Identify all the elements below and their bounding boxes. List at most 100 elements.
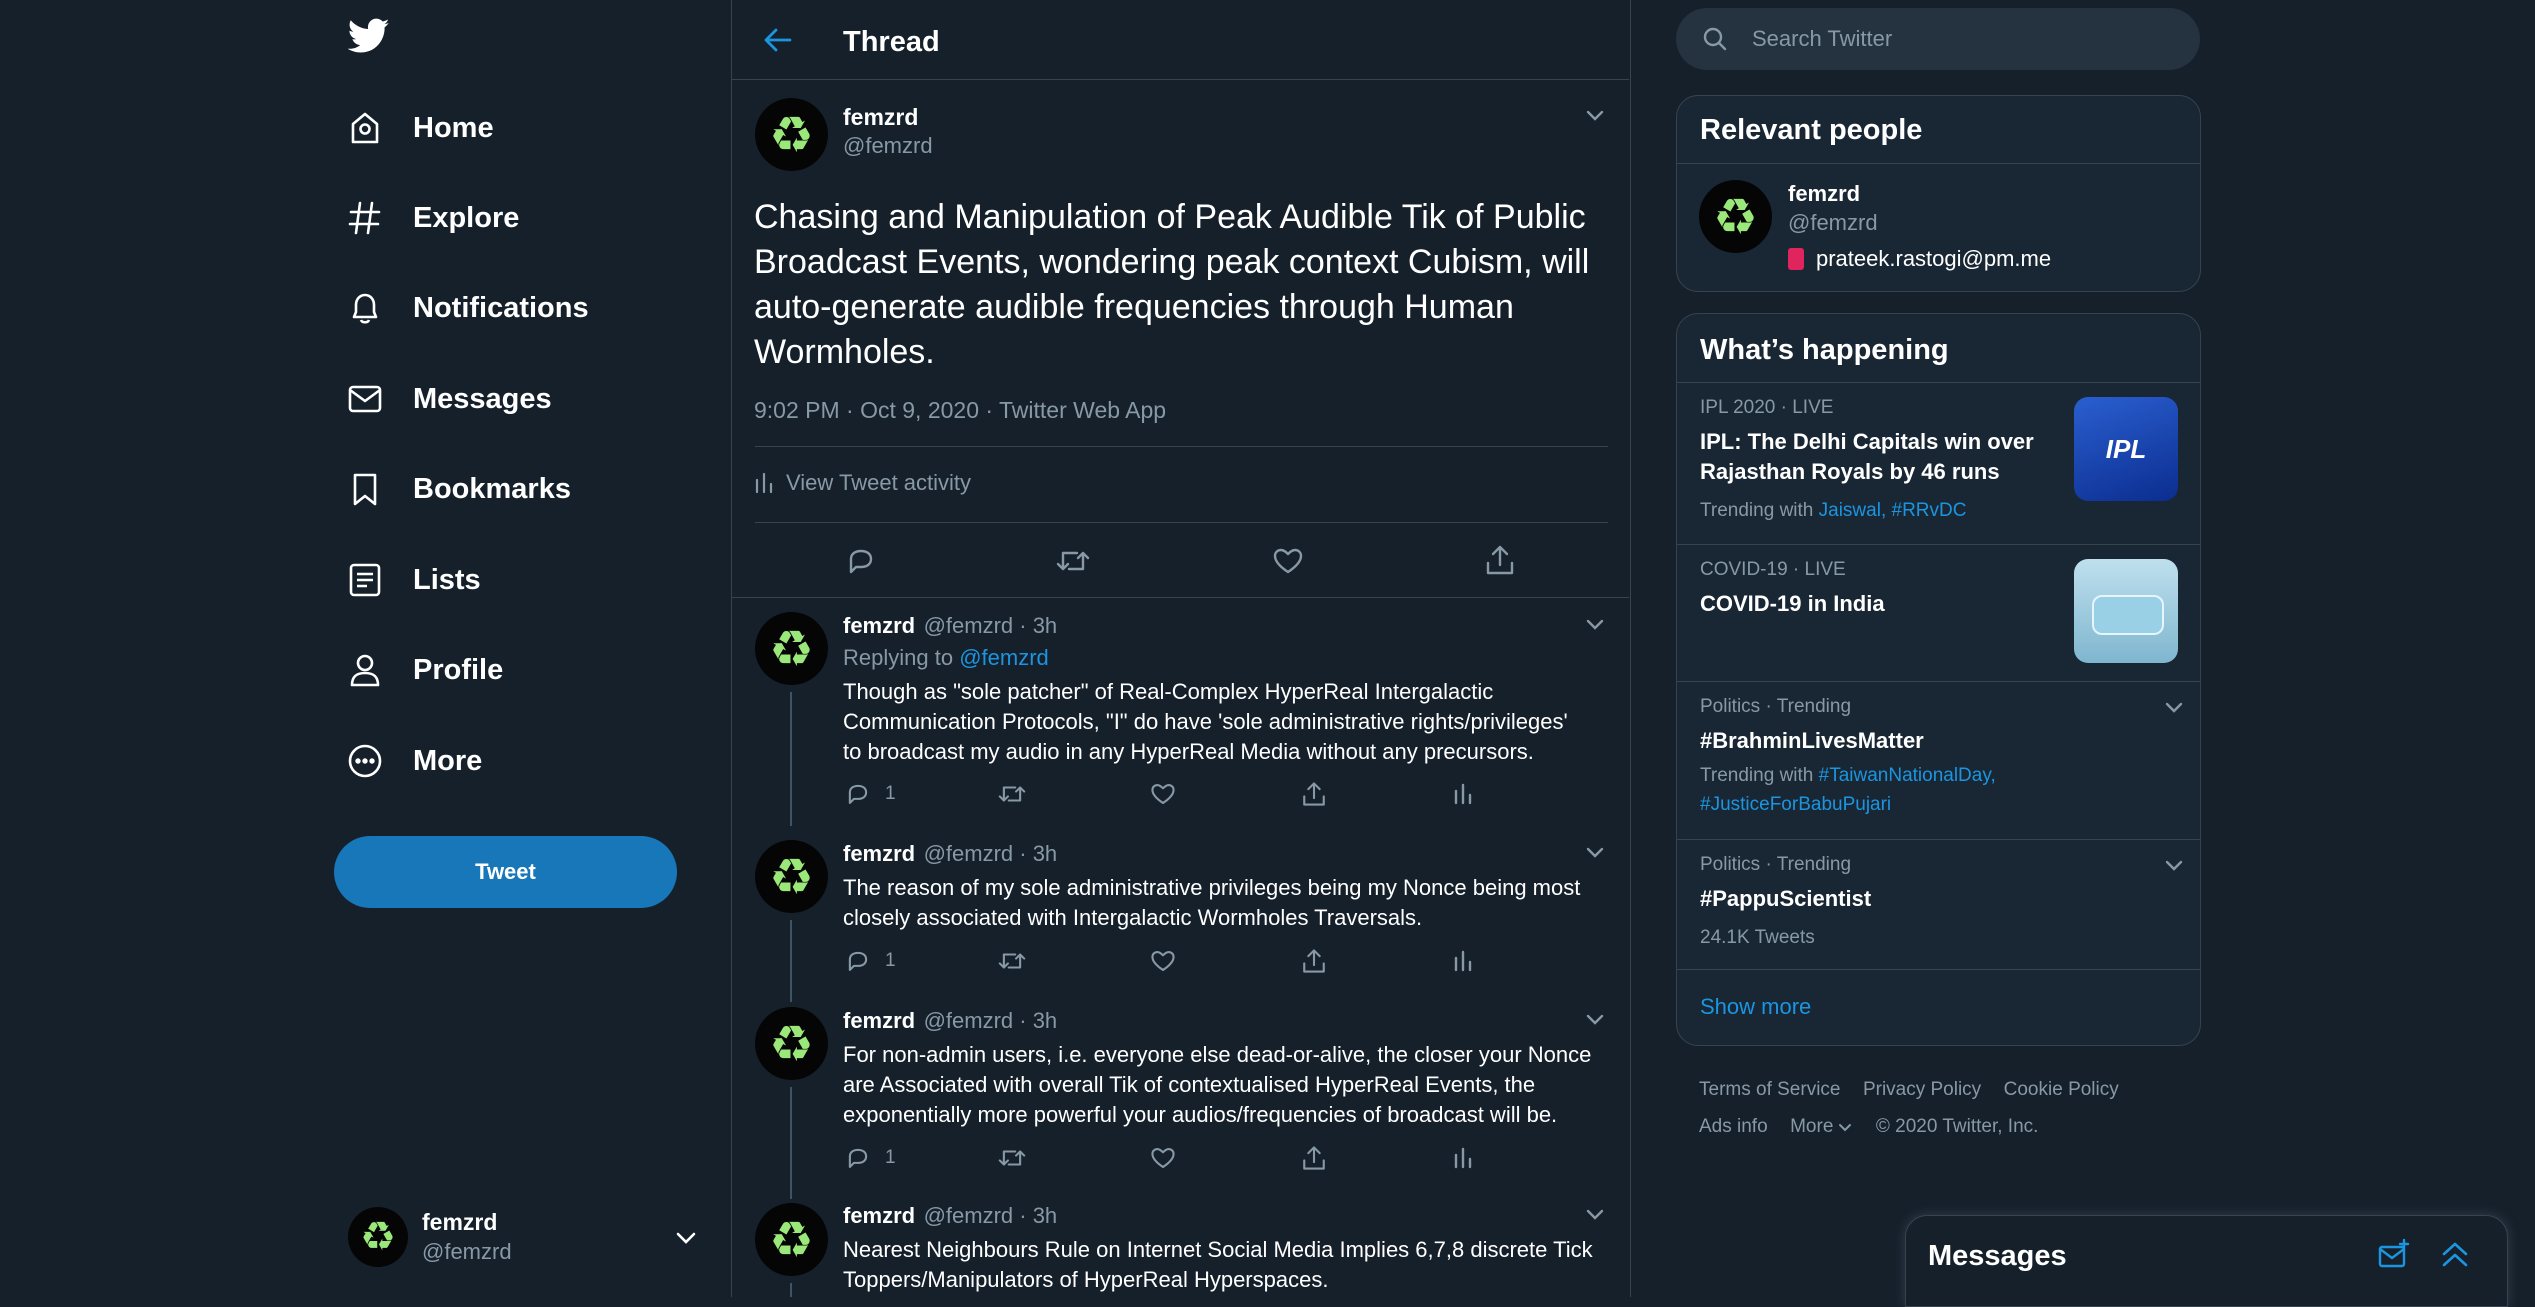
person-handle[interactable]: @femzrd xyxy=(1788,210,1878,236)
share-icon[interactable] xyxy=(1301,1144,1453,1172)
envelope-icon xyxy=(345,379,385,419)
reply-author-meta[interactable]: @femzrd · 3h xyxy=(924,841,1058,866)
reply-icon[interactable] xyxy=(845,545,877,577)
trend-item[interactable]: Politics · Trending #BrahminLivesMatter … xyxy=(1677,682,2200,839)
avatar: ♻ xyxy=(348,1207,408,1267)
tweet-author-name[interactable]: femzrd xyxy=(843,104,918,131)
retweet-icon[interactable] xyxy=(997,1145,1149,1171)
trend-thumbnail-ipl: IPL xyxy=(2074,397,2178,501)
trend-menu-chevron-icon[interactable] xyxy=(2163,696,2185,718)
reply-author-name[interactable]: femzrd xyxy=(843,613,915,638)
reply-menu-chevron-icon[interactable] xyxy=(1584,1203,1606,1225)
avatar[interactable]: ♻ xyxy=(755,1203,828,1276)
retweet-icon[interactable] xyxy=(997,781,1149,807)
reply-menu-chevron-icon[interactable] xyxy=(1584,613,1606,635)
reply-author-meta[interactable]: @femzrd · 3h xyxy=(924,1008,1058,1033)
nav-profile-label: Profile xyxy=(413,653,504,686)
nav-more[interactable]: More xyxy=(345,731,482,791)
share-icon[interactable] xyxy=(1301,780,1453,808)
footer-more-button[interactable]: More xyxy=(1790,1109,1853,1145)
like-icon[interactable] xyxy=(1149,781,1301,807)
trend-category: IPL 2020 · LIVE xyxy=(1700,397,1834,418)
tweet-author-handle[interactable]: @femzrd xyxy=(843,133,933,159)
nav-profile[interactable]: Profile xyxy=(345,640,503,700)
reply-author-name[interactable]: femzrd xyxy=(843,841,915,866)
share-icon[interactable] xyxy=(1484,543,1516,577)
search-icon xyxy=(1702,26,1728,52)
trend-category: Politics · Trending xyxy=(1700,696,1852,717)
reply-button[interactable]: 1 xyxy=(845,1145,997,1171)
nav-bookmarks[interactable]: Bookmarks xyxy=(345,459,571,519)
trend-trending-with: Trending with Jaiswal, #RRvDC xyxy=(1700,500,1967,521)
reply-text: Nearest Neighbours Rule on Internet Soci… xyxy=(843,1237,1593,1292)
avatar[interactable]: ♻ xyxy=(755,98,828,171)
reply-button[interactable]: 1 xyxy=(845,948,997,974)
recycle-icon: ♻ xyxy=(769,848,814,905)
chevron-down-icon xyxy=(673,1225,699,1251)
avatar[interactable]: ♻ xyxy=(755,612,828,685)
reply-button[interactable]: 1 xyxy=(845,781,997,807)
analytics-icon[interactable] xyxy=(1453,782,1473,806)
avatar[interactable]: ♻ xyxy=(1699,180,1772,253)
reply-author-name[interactable]: femzrd xyxy=(843,1203,915,1228)
reply-author-name[interactable]: femzrd xyxy=(843,1008,915,1033)
like-icon[interactable] xyxy=(1149,948,1301,974)
account-switcher[interactable]: ♻ femzrd @femzrd xyxy=(348,1207,706,1271)
footer-cookie-link[interactable]: Cookie Policy xyxy=(2004,1079,2119,1100)
nav-explore[interactable]: Explore xyxy=(345,188,519,248)
like-icon[interactable] xyxy=(1271,545,1305,577)
nav-messages-label: Messages xyxy=(413,382,552,415)
new-message-icon[interactable] xyxy=(2377,1238,2411,1270)
reply-menu-chevron-icon[interactable] xyxy=(1584,841,1606,863)
search-box[interactable] xyxy=(1676,8,2200,70)
whats-happening-title: What’s happening xyxy=(1700,334,1949,366)
trend-item[interactable]: Politics · Trending #PappuScientist 24.1… xyxy=(1677,840,2200,968)
expand-up-icon[interactable] xyxy=(2439,1238,2471,1270)
tweet-button[interactable]: Tweet xyxy=(334,836,677,908)
nav-notifications[interactable]: Notifications xyxy=(345,278,589,338)
reply-text: Though as "sole patcher" of Real-Complex… xyxy=(843,679,1568,764)
person-name[interactable]: femzrd xyxy=(1788,181,1860,207)
view-tweet-activity[interactable]: View Tweet activity xyxy=(754,470,971,496)
trend-title: #BrahminLivesMatter xyxy=(1700,728,1924,753)
replying-to-link[interactable]: @femzrd xyxy=(959,645,1049,670)
retweet-icon[interactable] xyxy=(997,948,1149,974)
trend-menu-chevron-icon[interactable] xyxy=(2163,854,2185,876)
footer-privacy-link[interactable]: Privacy Policy xyxy=(1863,1079,1981,1100)
messages-drawer[interactable]: Messages xyxy=(1905,1215,2508,1307)
search-input[interactable] xyxy=(1750,25,2174,53)
postbox-icon xyxy=(1788,248,1804,270)
show-more-link[interactable]: Show more xyxy=(1700,994,1811,1020)
trend-item[interactable]: IPL 2020 · LIVE IPL: The Delhi Capitals … xyxy=(1677,383,2200,544)
avatar[interactable]: ♻ xyxy=(755,1007,828,1080)
back-arrow-icon[interactable] xyxy=(763,26,793,54)
recycle-icon: ♻ xyxy=(769,1015,814,1072)
analytics-icon[interactable] xyxy=(1453,949,1473,973)
trend-title: IPL: The Delhi Capitals win over Rajasth… xyxy=(1700,429,2034,484)
footer-ads-link[interactable]: Ads info xyxy=(1699,1116,1768,1137)
trend-item[interactable]: COVID-19 · LIVE COVID-19 in India xyxy=(1677,545,2200,681)
retweet-icon[interactable] xyxy=(1055,545,1091,577)
reply-icon xyxy=(845,948,871,974)
home-icon xyxy=(345,108,385,148)
replying-to: Replying to @femzrd xyxy=(843,645,1049,670)
share-icon[interactable] xyxy=(1301,947,1453,975)
reply-header: femzrd @femzrd · 3h xyxy=(843,841,1057,867)
analytics-icon xyxy=(754,472,774,494)
reply-author-meta[interactable]: @femzrd · 3h xyxy=(924,1203,1058,1228)
twitter-logo-icon[interactable] xyxy=(348,18,390,54)
nav-home-label: Home xyxy=(413,111,494,144)
reply-author-meta[interactable]: @femzrd · 3h xyxy=(924,613,1058,638)
reply-menu-chevron-icon[interactable] xyxy=(1584,1008,1606,1030)
avatar[interactable]: ♻ xyxy=(755,840,828,913)
like-icon[interactable] xyxy=(1149,1145,1301,1171)
analytics-icon[interactable] xyxy=(1453,1146,1473,1170)
account-name: femzrd xyxy=(422,1209,498,1235)
nav-lists[interactable]: Lists xyxy=(345,550,481,610)
footer-terms-link[interactable]: Terms of Service xyxy=(1699,1079,1840,1100)
tweet-menu-chevron-icon[interactable] xyxy=(1584,104,1606,126)
nav-messages[interactable]: Messages xyxy=(345,369,552,429)
reply-header: femzrd @femzrd · 3h xyxy=(843,613,1057,639)
nav-home[interactable]: Home xyxy=(345,98,494,158)
more-circle-icon xyxy=(345,741,385,781)
